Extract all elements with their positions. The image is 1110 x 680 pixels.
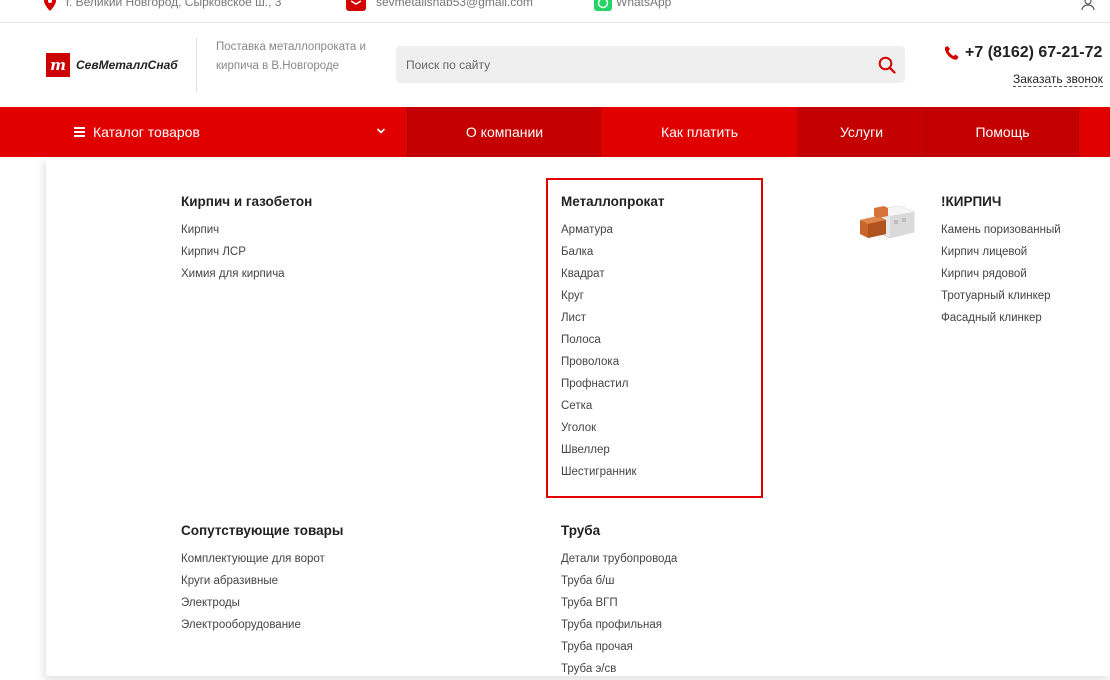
catalog-label: Каталог товаров xyxy=(93,124,200,140)
nav-item-payment-label: Как платить xyxy=(660,124,739,140)
search-input[interactable] xyxy=(396,46,876,83)
main-nav: Каталог товаров О компании Как платить У… xyxy=(0,107,1110,157)
mail-icon xyxy=(346,0,366,11)
menu-list: Детали трубопровода Труба б/ш Труба ВГП … xyxy=(561,548,677,680)
phone-text[interactable]: +7 (8162) 67-21-72 xyxy=(965,44,1102,62)
menu-item[interactable]: Труба ВГП xyxy=(561,592,677,614)
menu-item[interactable]: Кирпич лицевой xyxy=(941,241,1061,263)
logo[interactable]: m СевМеталлСнаб xyxy=(46,53,178,77)
logo-text: СевМеталлСнаб xyxy=(76,58,178,72)
menu-list: Комплектующие для ворот Круги абразивные… xyxy=(181,548,325,636)
menu-item[interactable]: Кирпич xyxy=(181,219,285,241)
menu-item[interactable]: Кирпич ЛСР xyxy=(181,241,285,263)
menu-group-title[interactable]: !КИРПИЧ xyxy=(941,194,1001,209)
whatsapp-link[interactable]: WhatsApp xyxy=(594,0,671,11)
menu-item[interactable]: Электрооборудование xyxy=(181,614,325,636)
nav-item-payment[interactable]: Как платить xyxy=(602,107,797,157)
menu-item[interactable]: Труба э/св xyxy=(561,658,677,680)
nav-item-help[interactable]: Помощь xyxy=(927,107,1078,157)
menu-group-title[interactable]: Сопутствующие товары xyxy=(181,523,343,538)
user-account[interactable] xyxy=(1081,0,1095,13)
nav-item-services-label: Услуги xyxy=(839,124,884,140)
highlight-box xyxy=(546,178,763,498)
top-bar: г. Великий Новгород, Сырковское ш., 3 se… xyxy=(0,0,1110,23)
menu-item[interactable]: Труба профильная xyxy=(561,614,677,636)
menu-item[interactable]: Фасадный клинкер xyxy=(941,307,1061,329)
menu-item[interactable]: Круги абразивные xyxy=(181,570,325,592)
brick-product-image[interactable] xyxy=(858,206,916,240)
address-text: г. Великий Новгород, Сырковское ш., 3 xyxy=(66,0,282,10)
email-text[interactable]: sevmetallsnab53@gmail.com xyxy=(376,0,533,9)
nav-item-help-label: Помощь xyxy=(975,124,1030,140)
nav-item-services[interactable]: Услуги xyxy=(797,107,926,157)
callback-link[interactable]: Заказать звонок xyxy=(1013,72,1103,87)
whatsapp-icon xyxy=(594,0,612,11)
whatsapp-text[interactable]: WhatsApp xyxy=(616,0,671,9)
address: г. Великий Новгород, Сырковское ш., 3 xyxy=(44,0,281,11)
menu-item[interactable]: Химия для кирпича xyxy=(181,263,285,285)
menu-list: Камень поризованный Кирпич лицевой Кирпи… xyxy=(941,219,1061,329)
header: m СевМеталлСнаб Поставка металлопроката … xyxy=(0,22,1110,107)
phone-icon xyxy=(944,46,959,60)
search-box xyxy=(396,46,905,83)
menu-group-title[interactable]: Кирпич и газобетон xyxy=(181,194,312,209)
tagline: Поставка металлопроката и кирпича в В.Но… xyxy=(216,41,366,72)
menu-group-title[interactable]: Труба xyxy=(561,523,600,538)
menu-item[interactable]: Комплектующие для ворот xyxy=(181,548,325,570)
menu-item[interactable]: Электроды xyxy=(181,592,325,614)
chevron-down-icon xyxy=(376,128,386,134)
header-divider xyxy=(196,38,197,92)
catalog-button[interactable]: Каталог товаров xyxy=(46,107,406,157)
hamburger-icon xyxy=(74,127,85,137)
nav-item-about-label: О компании xyxy=(465,124,544,140)
nav-item-more[interactable] xyxy=(1079,107,1110,157)
email[interactable]: sevmetallsnab53@gmail.com xyxy=(346,0,533,11)
menu-list: Кирпич Кирпич ЛСР Химия для кирпича xyxy=(181,219,285,285)
nav-item-about[interactable]: О компании xyxy=(408,107,601,157)
menu-item[interactable]: Труба прочая xyxy=(561,636,677,658)
user-icon[interactable] xyxy=(1081,0,1095,11)
location-pin-icon xyxy=(44,0,56,11)
menu-item[interactable]: Труба б/ш xyxy=(561,570,677,592)
menu-item[interactable]: Детали трубопровода xyxy=(561,548,677,570)
menu-item[interactable]: Тротуарный клинкер xyxy=(941,285,1061,307)
logo-mark: m xyxy=(46,53,70,77)
phone-number[interactable]: +7 (8162) 67-21-72 xyxy=(944,44,1102,62)
menu-item[interactable]: Камень поризованный xyxy=(941,219,1061,241)
search-icon[interactable] xyxy=(877,55,897,75)
menu-item[interactable]: Кирпич рядовой xyxy=(941,263,1061,285)
